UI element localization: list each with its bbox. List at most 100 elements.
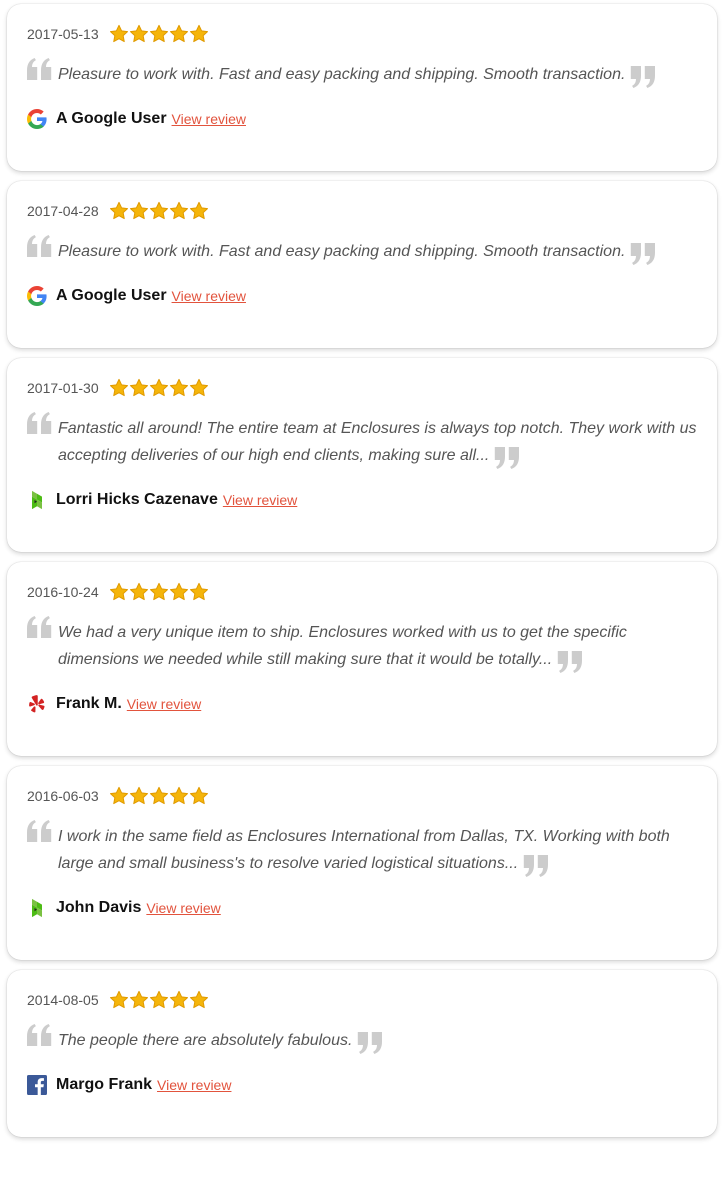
view-review-link[interactable]: View review	[127, 696, 201, 712]
review-author: A Google User	[56, 287, 167, 304]
open-quote-icon	[27, 1024, 52, 1046]
review-card: 2016-06-03 I work in the same field as E…	[7, 766, 717, 960]
review-text-content: Fantastic all around! The entire team at…	[58, 420, 697, 464]
review-date: 2017-05-13	[27, 26, 99, 42]
reviews-list: 2017-05-13 Pleasure to work with. Fast a…	[0, 0, 724, 1137]
review-header: 2017-04-28	[27, 202, 697, 220]
star-icon	[149, 24, 169, 44]
review-text-content: Pleasure to work with. Fast and easy pac…	[58, 243, 626, 260]
review-card: 2017-01-30 Fantastic all around! The ent…	[7, 358, 717, 552]
review-text-content: We had a very unique item to ship. Enclo…	[58, 624, 627, 668]
star-icon	[129, 990, 149, 1010]
close-quote-icon	[494, 447, 519, 469]
star-icon	[189, 582, 209, 602]
star-icon	[149, 582, 169, 602]
review-author-row: Margo Frank View review	[27, 1075, 697, 1095]
star-rating	[109, 201, 209, 221]
star-icon	[189, 24, 209, 44]
star-rating	[109, 582, 209, 602]
review-text: I work in the same field as Enclosures I…	[27, 823, 697, 877]
google-icon	[27, 109, 47, 129]
close-quote-icon	[630, 66, 655, 88]
close-quote-icon	[357, 1032, 382, 1054]
review-author-row: Frank M. View review	[27, 694, 697, 714]
close-quote-icon	[557, 651, 582, 673]
close-quote-icon	[523, 855, 548, 877]
review-author-row: John Davis View review	[27, 898, 697, 918]
review-text-content: Pleasure to work with. Fast and easy pac…	[58, 66, 626, 83]
open-quote-icon	[27, 235, 52, 257]
review-text-content: I work in the same field as Enclosures I…	[58, 828, 670, 872]
star-icon	[109, 24, 129, 44]
view-review-link[interactable]: View review	[172, 111, 246, 127]
star-icon	[149, 786, 169, 806]
open-quote-icon	[27, 58, 52, 80]
view-review-link[interactable]: View review	[146, 900, 220, 916]
review-text: Pleasure to work with. Fast and easy pac…	[27, 61, 697, 88]
review-text: Fantastic all around! The entire team at…	[27, 415, 697, 469]
review-header: 2016-10-24	[27, 583, 697, 601]
review-header: 2016-06-03	[27, 787, 697, 805]
open-quote-icon	[27, 616, 52, 638]
star-icon	[189, 201, 209, 221]
review-author: Margo Frank	[56, 1076, 153, 1093]
facebook-icon	[27, 1075, 47, 1095]
star-icon	[109, 378, 129, 398]
star-icon	[189, 990, 209, 1010]
star-icon	[169, 24, 189, 44]
star-rating	[109, 990, 209, 1010]
review-card: 2017-05-13 Pleasure to work with. Fast a…	[7, 4, 717, 171]
review-header: 2014-08-05	[27, 991, 697, 1009]
review-author-row: A Google User View review	[27, 109, 697, 129]
close-quote-icon	[630, 243, 655, 265]
houzz-icon	[27, 898, 47, 918]
star-icon	[109, 786, 129, 806]
review-author-row: Lorri Hicks Cazenave View review	[27, 490, 697, 510]
view-review-link[interactable]: View review	[172, 288, 246, 304]
google-icon	[27, 286, 47, 306]
review-text-content: The people there are absolutely fabulous…	[58, 1032, 353, 1049]
yelp-icon	[27, 694, 47, 714]
star-icon	[129, 24, 149, 44]
review-text: Pleasure to work with. Fast and easy pac…	[27, 238, 697, 265]
view-review-link[interactable]: View review	[223, 492, 297, 508]
star-icon	[129, 201, 149, 221]
review-date: 2016-10-24	[27, 584, 99, 600]
star-icon	[169, 990, 189, 1010]
review-header: 2017-01-30	[27, 379, 697, 397]
star-icon	[169, 582, 189, 602]
review-author: A Google User	[56, 110, 167, 127]
star-rating	[109, 24, 209, 44]
review-card: 2017-04-28 Pleasure to work with. Fast a…	[7, 181, 717, 348]
review-author-row: A Google User View review	[27, 286, 697, 306]
star-icon	[169, 201, 189, 221]
review-author: John Davis	[56, 899, 142, 916]
review-header: 2017-05-13	[27, 25, 697, 43]
open-quote-icon	[27, 412, 52, 434]
star-icon	[169, 378, 189, 398]
star-icon	[109, 990, 129, 1010]
star-icon	[189, 786, 209, 806]
review-date: 2014-08-05	[27, 992, 99, 1008]
star-icon	[169, 786, 189, 806]
star-icon	[189, 378, 209, 398]
houzz-icon	[27, 490, 47, 510]
review-text: We had a very unique item to ship. Enclo…	[27, 619, 697, 673]
star-icon	[149, 378, 169, 398]
review-card: 2016-10-24 We had a very unique item to …	[7, 562, 717, 756]
review-date: 2016-06-03	[27, 788, 99, 804]
review-date: 2017-01-30	[27, 380, 99, 396]
review-author: Lorri Hicks Cazenave	[56, 491, 218, 508]
star-rating	[109, 786, 209, 806]
star-icon	[129, 582, 149, 602]
view-review-link[interactable]: View review	[157, 1077, 231, 1093]
star-icon	[109, 201, 129, 221]
review-author: Frank M.	[56, 695, 122, 712]
open-quote-icon	[27, 820, 52, 842]
star-rating	[109, 378, 209, 398]
star-icon	[149, 990, 169, 1010]
star-icon	[149, 201, 169, 221]
star-icon	[109, 582, 129, 602]
review-text: The people there are absolutely fabulous…	[27, 1027, 697, 1054]
star-icon	[129, 378, 149, 398]
